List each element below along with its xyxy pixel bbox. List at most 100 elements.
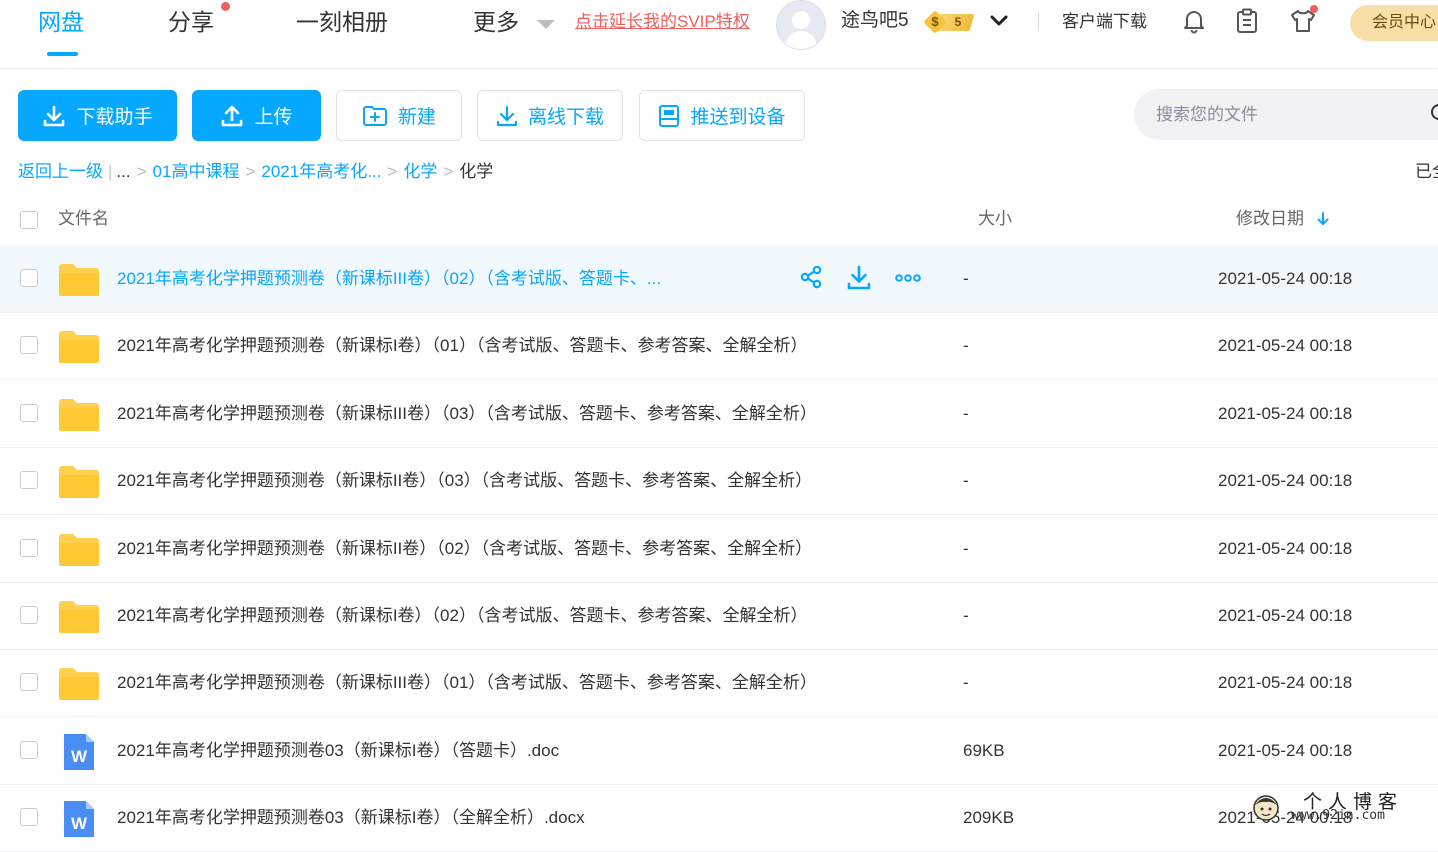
breadcrumb-ellipsis[interactable]: ... [116, 162, 130, 181]
divider [1038, 12, 1039, 30]
skin-notification-dot [1310, 5, 1318, 13]
watermark-url: www.92in.com [1291, 808, 1385, 823]
file-date: 2021-05-24 00:18 [1218, 336, 1353, 355]
new-label: 新建 [397, 107, 436, 128]
username[interactable]: 途鸟吧5 [841, 8, 909, 34]
upload-icon [222, 105, 243, 126]
search-input[interactable] [1154, 99, 1428, 131]
sort-down-arrow-icon[interactable] [1316, 211, 1330, 227]
svip-extend-link[interactable]: 点击延长我的SVIP特权 [575, 11, 750, 33]
file-date: 2021-05-24 00:18 [1218, 741, 1353, 760]
download-helper-button[interactable]: 下载助手 [18, 90, 177, 141]
file-size: - [963, 471, 969, 490]
folder-icon [59, 668, 99, 700]
clipboard-icon[interactable] [1235, 8, 1259, 34]
offline-download-button[interactable]: 离线下载 [477, 90, 623, 141]
file-name[interactable]: 2021年高考化学押题预测卷（新课标II卷）（02）（含考试版、答题卡、参考答案… [117, 538, 812, 560]
upload-label: 上传 [254, 107, 293, 128]
row-checkbox[interactable] [20, 404, 38, 422]
download-helper-label: 下载助手 [76, 107, 153, 128]
watermark: 个人博客 www.92in.com [1243, 789, 1438, 829]
tab-moment-album[interactable]: 一刻相册 [296, 6, 388, 38]
file-name[interactable]: 2021年高考化学押题预测卷03（新课标I卷）（答题卡）.doc [117, 740, 559, 762]
table-row[interactable]: 2021年高考化学押题预测卷（新课标III卷）（02）（含考试版、答题卡、...… [0, 246, 1438, 313]
upload-button[interactable]: 上传 [192, 90, 321, 141]
row-checkbox[interactable] [20, 269, 38, 287]
svg-text:W: W [71, 747, 88, 766]
table-row[interactable]: 2021年高考化学押题预测卷（新课标III卷）（03）（含考试版、答题卡、参考答… [0, 381, 1438, 448]
file-date: 2021-05-24 00:18 [1218, 673, 1353, 692]
svg-text:W: W [71, 814, 88, 833]
file-name[interactable]: 2021年高考化学押题预测卷（新课标I卷）（01）（含考试版、答题卡、参考答案、… [117, 335, 807, 357]
word-doc-icon: W [64, 801, 94, 837]
row-actions [799, 265, 921, 291]
more-options-icon[interactable] [895, 265, 921, 289]
table-row[interactable]: 2021年高考化学押题预测卷（新课标I卷）（02）（含考试版、答题卡、参考答案、… [0, 583, 1438, 650]
word-doc-icon: W [64, 734, 94, 770]
file-name[interactable]: 2021年高考化学押题预测卷（新课标I卷）（02）（含考试版、答题卡、参考答案、… [117, 605, 807, 627]
row-checkbox[interactable] [20, 606, 38, 624]
search-box [1134, 89, 1438, 140]
row-checkbox[interactable] [20, 336, 38, 354]
folder-icon [59, 399, 99, 431]
loaded-status: 已全 [1415, 162, 1438, 181]
table-header: 文件名 大小 修改日期 [0, 192, 1438, 246]
row-checkbox[interactable] [20, 673, 38, 691]
folder-icon [59, 466, 99, 498]
breadcrumb-item[interactable]: 化学 [403, 162, 437, 181]
select-all-checkbox[interactable] [20, 211, 38, 229]
table-row[interactable]: 2021年高考化学押题预测卷（新课标II卷）（03）（含考试版、答题卡、参考答案… [0, 448, 1438, 515]
new-folder-icon [362, 105, 387, 126]
column-header-date[interactable]: 修改日期 [1236, 208, 1304, 230]
tab-more[interactable]: 更多 [473, 6, 519, 38]
offline-download-label: 离线下载 [527, 107, 604, 128]
coin-symbol: $ [931, 14, 939, 29]
file-size: - [963, 404, 969, 423]
top-nav: 网盘 分享 一刻相册 更多 点击延长我的SVIP特权 途鸟吧5 5 $ 客户端下… [0, 0, 1438, 69]
file-size: - [963, 606, 969, 625]
column-header-name[interactable]: 文件名 [58, 208, 109, 230]
file-date: 2021-05-24 00:18 [1218, 606, 1353, 625]
column-header-size[interactable]: 大小 [978, 208, 1012, 230]
breadcrumb-item[interactable]: 2021年高考化... [261, 162, 381, 181]
table-row[interactable]: 2021年高考化学押题预测卷（新课标I卷）（01）（含考试版、答题卡、参考答案、… [0, 313, 1438, 380]
blog-logo-icon [1253, 795, 1279, 821]
more-caret-icon[interactable] [537, 20, 555, 29]
coin-level-badge: 5 $ [922, 10, 975, 34]
row-download-icon[interactable] [847, 265, 871, 291]
table-row[interactable]: 2021年高考化学押题预测卷（新课标III卷）（01）（含考试版、答题卡、参考答… [0, 650, 1438, 717]
client-download-link[interactable]: 客户端下载 [1062, 11, 1147, 33]
file-size: 209KB [963, 808, 1015, 827]
file-date: 2021-05-24 00:18 [1218, 269, 1353, 288]
file-name[interactable]: 2021年高考化学押题预测卷（新课标III卷）（01）（含考试版、答题卡、参考答… [117, 672, 817, 694]
file-name[interactable]: 2021年高考化学押题预测卷03（新课标I卷）（全解全析）.docx [117, 807, 585, 829]
breadcrumb-item[interactable]: 01高中课程 [153, 162, 240, 181]
bell-icon[interactable] [1181, 8, 1207, 34]
share-icon[interactable] [799, 265, 823, 289]
row-checkbox[interactable] [20, 539, 38, 557]
breadcrumb-back[interactable]: 返回上一级 [18, 162, 103, 181]
table-row[interactable]: 2021年高考化学押题预测卷（新课标II卷）（02）（含考试版、答题卡、参考答案… [0, 516, 1438, 583]
row-checkbox[interactable] [20, 471, 38, 489]
row-checkbox[interactable] [20, 808, 38, 826]
avatar[interactable] [776, 0, 826, 50]
vip-center-button[interactable]: 会员中心 [1350, 5, 1438, 41]
breadcrumb-current: 化学 [459, 162, 494, 181]
active-tab-indicator [47, 52, 78, 56]
tab-share[interactable]: 分享 [168, 6, 214, 38]
user-menu-chevron-icon[interactable] [989, 11, 1009, 31]
folder-icon [59, 264, 99, 296]
file-name[interactable]: 2021年高考化学押题预测卷（新课标III卷）（03）（含考试版、答题卡、参考答… [117, 403, 817, 425]
folder-icon [59, 534, 99, 566]
file-size: 69KB [963, 741, 1005, 760]
tab-netdisk[interactable]: 网盘 [38, 6, 84, 38]
new-folder-button[interactable]: 新建 [336, 90, 462, 141]
download-icon [44, 105, 65, 126]
search-icon[interactable] [1430, 103, 1438, 125]
row-checkbox[interactable] [20, 741, 38, 759]
file-name[interactable]: 2021年高考化学押题预测卷（新课标III卷）（02）（含考试版、答题卡、... [117, 268, 661, 290]
push-to-device-button[interactable]: 推送到设备 [639, 90, 805, 141]
table-row[interactable]: W 2021年高考化学押题预测卷03（新课标I卷）（全解全析）.docx 209KB… [0, 785, 1438, 852]
table-row[interactable]: W 2021年高考化学押题预测卷03（新课标I卷）（答题卡）.doc 69KB 202… [0, 718, 1438, 785]
file-name[interactable]: 2021年高考化学押题预测卷（新课标II卷）（03）（含考试版、答题卡、参考答案… [117, 470, 812, 492]
